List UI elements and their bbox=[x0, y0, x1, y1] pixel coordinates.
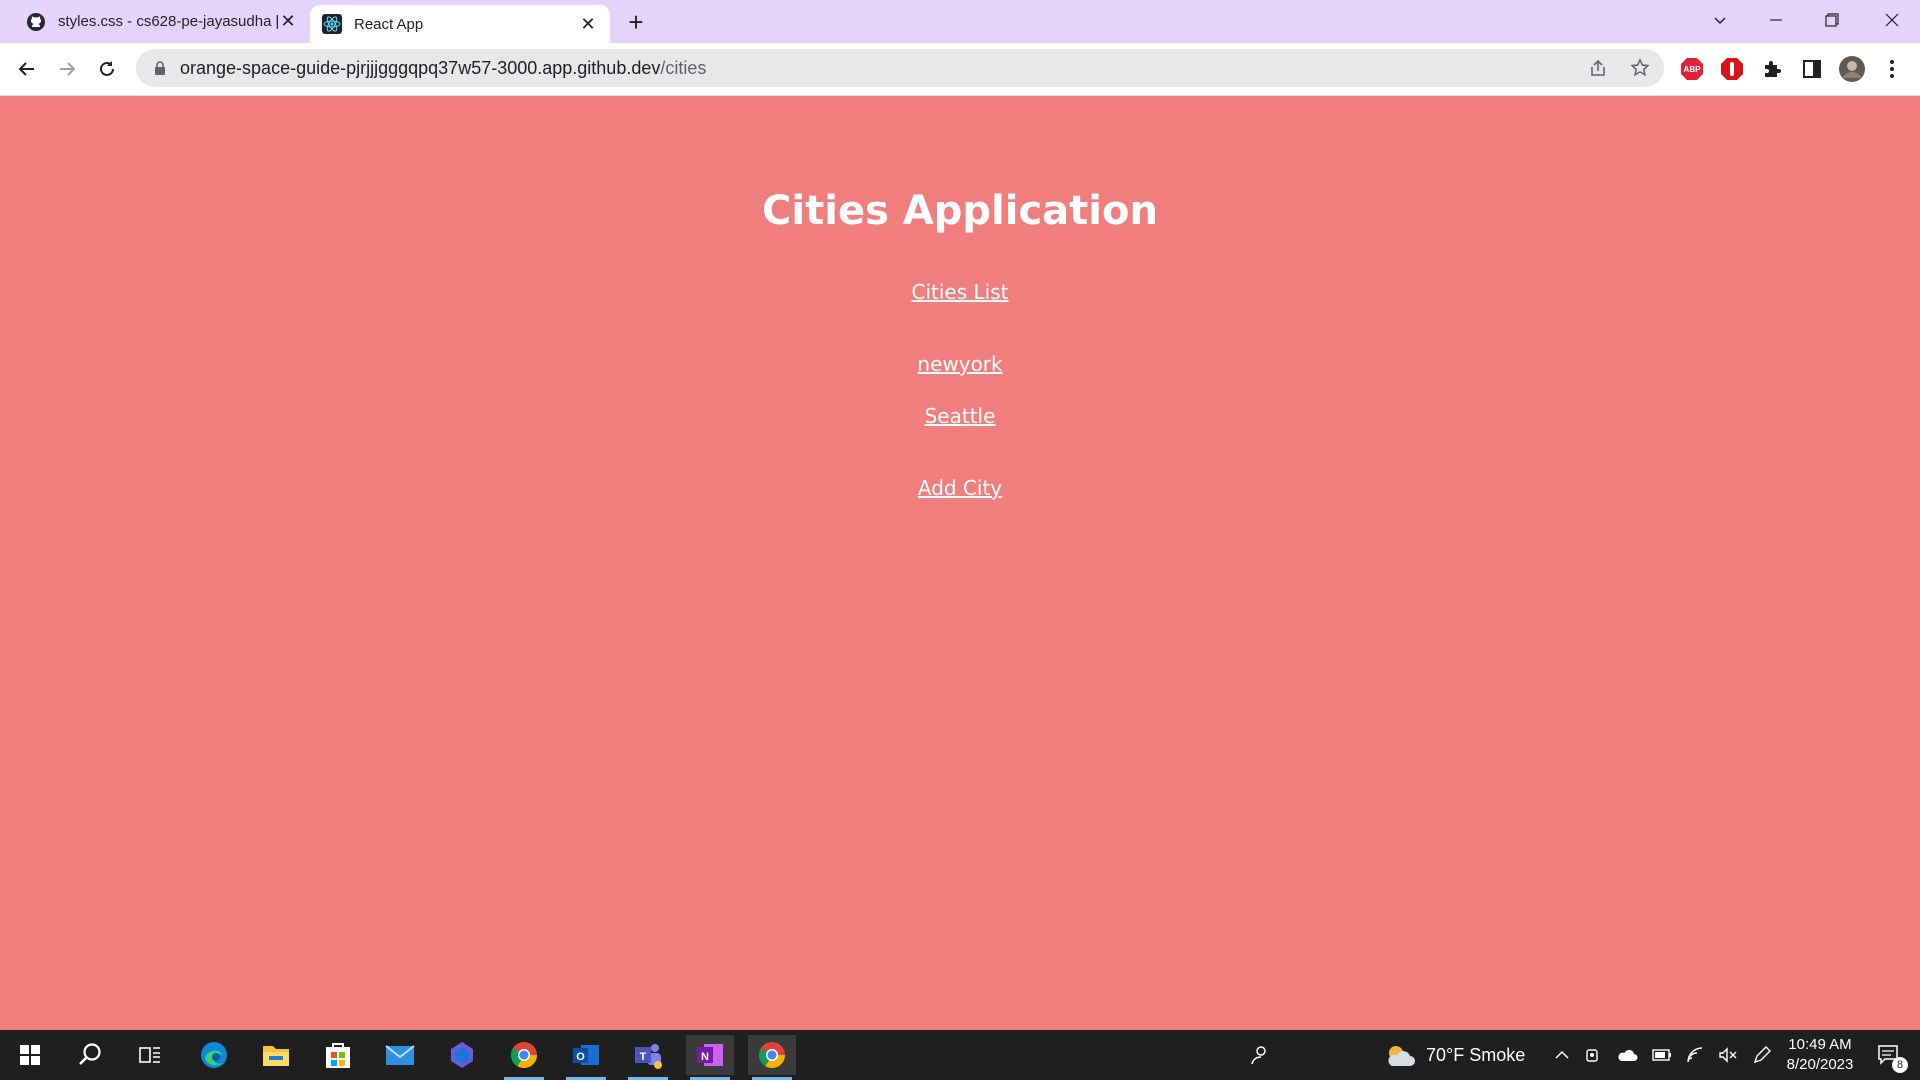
clock-date: 8/20/2023 bbox=[1786, 1056, 1854, 1073]
svg-text:O: O bbox=[576, 1051, 585, 1063]
notification-center-button[interactable]: 8 bbox=[1864, 1035, 1912, 1075]
chrome-icon bbox=[510, 1042, 538, 1069]
arrow-left-icon bbox=[18, 62, 34, 76]
profile-avatar[interactable] bbox=[1838, 55, 1866, 83]
city-item: Seattle bbox=[0, 404, 1920, 428]
system-tray bbox=[1554, 1030, 1772, 1080]
city-link-newyork[interactable]: newyork bbox=[917, 352, 1002, 376]
page-title: Cities Application bbox=[762, 188, 1158, 234]
reload-button[interactable] bbox=[91, 53, 123, 85]
add-city-link-wrap: Add City bbox=[0, 476, 1920, 500]
weather-text: 70°F Smoke bbox=[1426, 1044, 1526, 1065]
taskbar-outlook[interactable]: O bbox=[562, 1035, 610, 1080]
taskbar-teams[interactable]: T bbox=[624, 1035, 672, 1080]
windows-taskbar: O T N 70°F Smoke 10:49 AM 8/20/2023 8 bbox=[0, 1030, 1920, 1080]
taskbar-store[interactable] bbox=[314, 1035, 362, 1075]
notification-badge: 8 bbox=[1892, 1057, 1908, 1073]
tab-strip: styles.css - cs628-pe-jayasudha [ ✕ Reac… bbox=[0, 0, 1920, 43]
back-button[interactable] bbox=[11, 53, 43, 85]
search-button[interactable] bbox=[66, 1035, 114, 1075]
edge-icon bbox=[201, 1042, 227, 1068]
taskbar-edge[interactable] bbox=[190, 1035, 238, 1075]
wifi-icon[interactable] bbox=[1686, 1046, 1704, 1064]
extension-red-icon[interactable] bbox=[1718, 55, 1746, 83]
url-text: orange-space-guide-pjrjjjgggqpq37w57-300… bbox=[180, 58, 706, 79]
svg-text:N: N bbox=[701, 1051, 709, 1063]
taskbar-bing[interactable] bbox=[438, 1035, 486, 1075]
sidepanel-icon[interactable] bbox=[1798, 55, 1826, 83]
store-icon bbox=[326, 1043, 350, 1068]
people-icon bbox=[1251, 1046, 1266, 1065]
page-content: Cities Application Cities List newyork S… bbox=[0, 96, 1920, 1030]
forward-button[interactable] bbox=[51, 53, 83, 85]
adblock-icon[interactable]: ABP bbox=[1678, 55, 1706, 83]
add-city-link[interactable]: Add City bbox=[918, 476, 1002, 500]
task-view-button[interactable] bbox=[126, 1035, 174, 1075]
onenote-icon: N bbox=[697, 1044, 723, 1066]
close-tab-icon[interactable]: ✕ bbox=[278, 11, 298, 32]
address-bar[interactable]: orange-space-guide-pjrjjjgggqpq37w57-300… bbox=[136, 49, 1664, 87]
mail-icon bbox=[385, 1045, 415, 1065]
tab-search-icon[interactable] bbox=[1692, 0, 1748, 40]
browser-toolbar: orange-space-guide-pjrjjjgggqpq37w57-300… bbox=[0, 43, 1920, 96]
close-window-button[interactable] bbox=[1864, 0, 1920, 40]
meet-now-icon[interactable] bbox=[1584, 1046, 1602, 1064]
clock[interactable]: 10:49 AM 8/20/2023 bbox=[1780, 1035, 1860, 1075]
tab-styles-css[interactable]: styles.css - cs628-pe-jayasudha [ ✕ bbox=[14, 0, 310, 43]
url-path: /cities bbox=[660, 57, 707, 78]
lock-icon bbox=[155, 61, 165, 75]
pen-icon[interactable] bbox=[1752, 1045, 1772, 1065]
city-link-seattle[interactable]: Seattle bbox=[925, 404, 996, 428]
arrow-right-icon bbox=[60, 62, 76, 76]
close-tab-icon[interactable]: ✕ bbox=[578, 14, 598, 34]
folder-icon bbox=[263, 1046, 289, 1066]
battery-icon[interactable] bbox=[1652, 1048, 1672, 1062]
task-view-icon bbox=[139, 1047, 160, 1063]
svg-text:ABP: ABP bbox=[1684, 65, 1702, 74]
url-host: orange-space-guide-pjrjjjgggqpq37w57-300… bbox=[180, 57, 661, 78]
tab-title: React App bbox=[354, 15, 424, 33]
search-icon bbox=[79, 1043, 101, 1065]
clock-time: 10:49 AM bbox=[1788, 1036, 1852, 1053]
chevron-up-icon[interactable] bbox=[1554, 1047, 1570, 1063]
taskbar-onenote[interactable]: N bbox=[686, 1035, 734, 1080]
taskbar-mail[interactable] bbox=[376, 1035, 424, 1075]
tab-title: styles.css - cs628-pe-jayasudha [ bbox=[58, 13, 278, 30]
minimize-button[interactable] bbox=[1748, 0, 1804, 40]
volume-muted-icon[interactable] bbox=[1718, 1046, 1738, 1064]
chrome-icon bbox=[758, 1042, 786, 1069]
taskbar-file-explorer[interactable] bbox=[252, 1035, 300, 1075]
share-icon[interactable] bbox=[1588, 58, 1608, 78]
cities-list-link[interactable]: Cities List bbox=[912, 280, 1009, 304]
weather-widget[interactable]: 70°F Smoke bbox=[1384, 1030, 1525, 1080]
copilot-icon bbox=[451, 1042, 473, 1068]
star-icon[interactable] bbox=[1630, 58, 1650, 78]
new-tab-button[interactable]: + bbox=[622, 7, 650, 37]
taskbar-chrome-2[interactable] bbox=[748, 1035, 796, 1080]
tab-react-app[interactable]: React App ✕ bbox=[310, 5, 610, 43]
taskbar-chrome-1[interactable] bbox=[500, 1035, 548, 1080]
svg-text:T: T bbox=[640, 1051, 647, 1063]
city-item: newyork bbox=[0, 352, 1920, 376]
outlook-icon: O bbox=[573, 1045, 599, 1065]
onedrive-icon[interactable] bbox=[1616, 1047, 1638, 1063]
menu-kebab-icon[interactable] bbox=[1878, 55, 1906, 83]
people-button[interactable] bbox=[1236, 1035, 1284, 1075]
reload-icon bbox=[100, 61, 114, 76]
windows-logo-icon bbox=[20, 1045, 40, 1065]
restore-button[interactable] bbox=[1804, 0, 1860, 40]
teams-icon: T bbox=[635, 1044, 662, 1069]
start-button[interactable] bbox=[6, 1035, 54, 1075]
github-icon bbox=[27, 12, 45, 31]
react-icon bbox=[322, 14, 342, 34]
cities-list-link-wrap: Cities List bbox=[0, 280, 1920, 304]
puzzle-icon[interactable] bbox=[1758, 55, 1786, 83]
cloud-sun-icon bbox=[1388, 1046, 1415, 1066]
